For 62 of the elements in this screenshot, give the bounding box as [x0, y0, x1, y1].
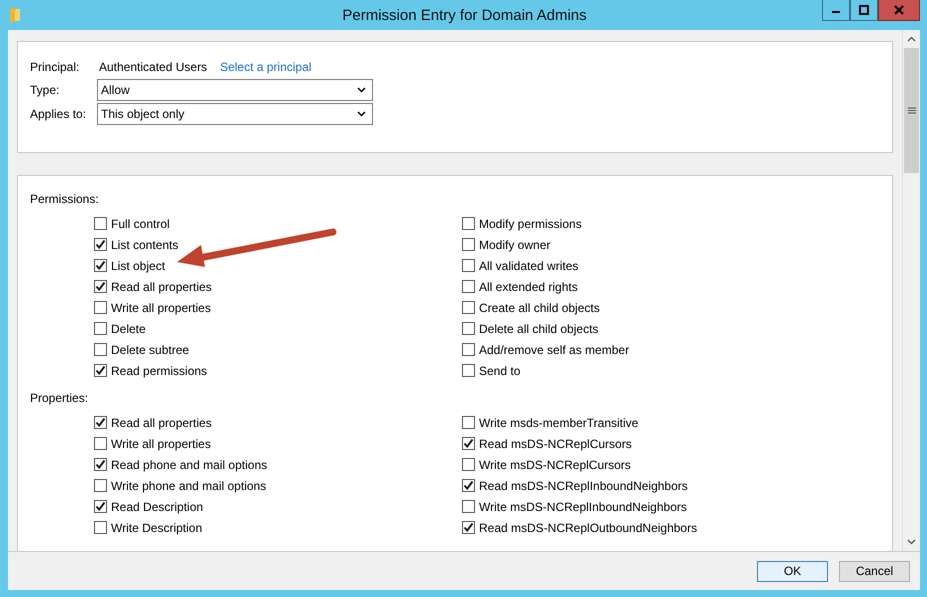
principal-label: Principal:	[30, 60, 80, 74]
permission-checkbox[interactable]: Read msDS-NCReplCursors	[462, 433, 698, 454]
permission-checkbox[interactable]: Delete subtree	[94, 339, 462, 360]
close-icon	[893, 5, 905, 15]
scrollbar[interactable]	[902, 30, 920, 551]
checkmark-icon	[463, 522, 474, 533]
permission-checkbox[interactable]: Write msDS-NCReplInboundNeighbors	[462, 496, 698, 517]
grip-icon	[908, 107, 916, 114]
dialog-button[interactable]: Cancel	[839, 560, 910, 582]
permission-checkbox[interactable]: Delete	[94, 318, 462, 339]
principal-name: Authenticated Users	[99, 60, 208, 74]
checkmark-icon	[95, 501, 106, 512]
permission-checkbox[interactable]: Read all properties	[94, 276, 462, 297]
maximize-button[interactable]	[850, 0, 878, 21]
permission-checkbox[interactable]: Write msds-memberTransitive	[462, 412, 698, 433]
chevron-down-icon	[357, 86, 366, 92]
permission-checkbox[interactable]: Read msDS-NCReplInboundNeighbors	[462, 475, 698, 496]
type-dropdown[interactable]: Allow	[97, 78, 373, 100]
permission-checkbox[interactable]: Add/remove self as member	[462, 339, 630, 360]
permission-checkbox[interactable]: Read Description	[94, 496, 462, 517]
scroll-down-icon[interactable]	[907, 539, 916, 545]
permission-checkbox[interactable]: Read permissions	[94, 360, 462, 381]
dialog-button[interactable]: OK	[757, 560, 828, 582]
permission-checkbox[interactable]: Modify owner	[462, 234, 630, 255]
section-heading: Permissions:	[30, 192, 100, 208]
type-label: Type:	[30, 82, 60, 96]
permission-checkbox[interactable]: Read phone and mail options	[94, 454, 462, 475]
chevron-down-icon	[357, 110, 366, 116]
permission-checkbox[interactable]: Send to	[462, 360, 630, 381]
permission-checkbox[interactable]: Create all child objects	[462, 297, 630, 318]
permission-checkbox[interactable]: List object	[94, 255, 462, 276]
permission-checkbox[interactable]: All extended rights	[462, 276, 630, 297]
permission-checkbox[interactable]: Write phone and mail options	[94, 475, 462, 496]
permission-checkbox[interactable]: Read msDS-NCReplOutboundNeighbors	[462, 517, 698, 538]
applies-to-dropdown[interactable]: This object only	[97, 102, 373, 124]
checkmark-icon	[463, 480, 474, 491]
permission-checkbox[interactable]: List contents	[94, 234, 462, 255]
permission-checkbox[interactable]: Write Description	[94, 517, 462, 538]
checkmark-icon	[463, 438, 474, 449]
permission-checkbox[interactable]: Write all properties	[94, 433, 462, 454]
close-button[interactable]	[878, 0, 920, 21]
checkmark-icon	[95, 365, 106, 376]
permission-checkbox[interactable]: Write msDS-NCReplCursors	[462, 454, 698, 475]
maximize-icon	[859, 5, 869, 15]
permission-checkbox[interactable]: Write all properties	[94, 297, 462, 318]
permission-checkbox[interactable]: Delete all child objects	[462, 318, 630, 339]
applies-to-label: Applies to:	[30, 106, 88, 120]
permission-checkbox[interactable]: Full control	[94, 213, 462, 234]
permission-checkbox[interactable]: Read all properties	[94, 412, 462, 433]
checkmark-icon	[95, 459, 106, 470]
minimize-button[interactable]	[822, 0, 850, 21]
folder-icon	[9, 7, 21, 23]
scroll-up-icon[interactable]	[907, 36, 916, 42]
checkmark-icon	[95, 260, 106, 271]
permission-checkbox[interactable]: Modify permissions	[462, 213, 630, 234]
checkmark-icon	[95, 281, 106, 292]
checkmark-icon	[95, 417, 106, 428]
select-principal-link[interactable]: Select a principal	[220, 60, 312, 74]
permission-checkbox[interactable]: All validated writes	[462, 255, 630, 276]
checkmark-icon	[95, 239, 106, 250]
window-title: Permission Entry for Domain Admins	[342, 6, 587, 24]
section-heading: Properties:	[30, 391, 90, 407]
